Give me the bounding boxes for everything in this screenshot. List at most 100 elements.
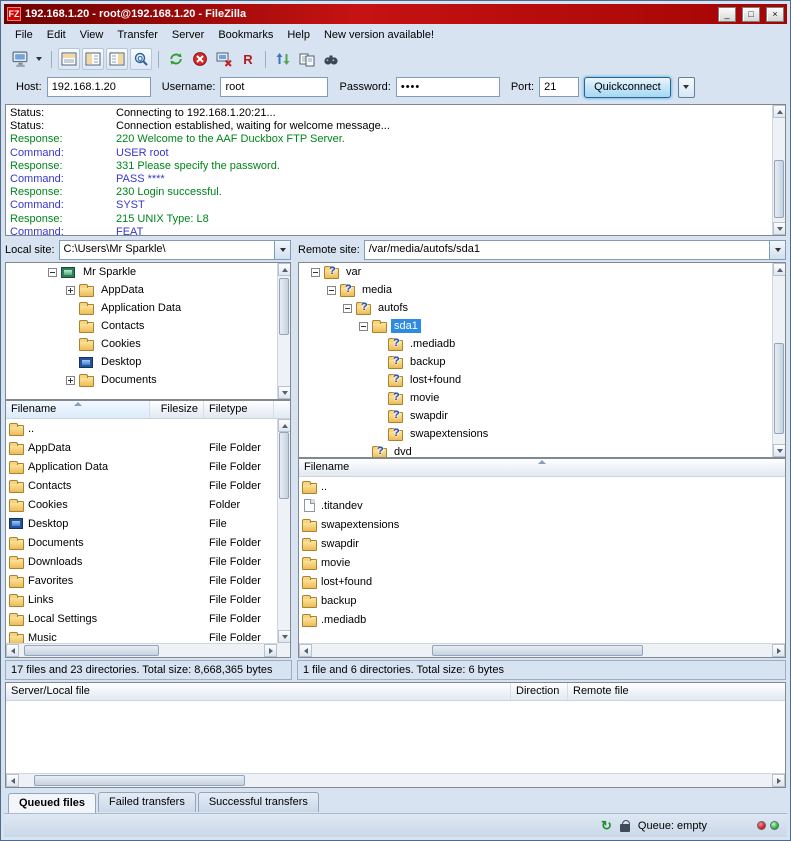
- local-list-vertical-scrollbar[interactable]: [277, 419, 290, 643]
- tree-item-backup[interactable]: backup: [299, 353, 785, 371]
- combo-dropdown-icon[interactable]: [769, 241, 785, 259]
- menu-server[interactable]: Server: [165, 26, 211, 44]
- port-input[interactable]: [539, 77, 579, 97]
- scroll-left-icon[interactable]: [6, 774, 19, 787]
- toggle-queue-view-icon[interactable]: Q: [130, 48, 152, 70]
- file-row[interactable]: DownloadsFile Folder: [6, 552, 277, 571]
- tree-item-contacts[interactable]: Contacts: [6, 317, 290, 335]
- file-row[interactable]: Local SettingsFile Folder: [6, 609, 277, 628]
- collapse-icon[interactable]: [48, 268, 57, 277]
- tree-item-mr-sparkle[interactable]: Mr Sparkle: [6, 263, 290, 281]
- menu-help[interactable]: Help: [280, 26, 317, 44]
- scroll-left-icon[interactable]: [299, 644, 312, 657]
- menu-bookmarks[interactable]: Bookmarks: [211, 26, 280, 44]
- file-row[interactable]: .titandev: [299, 496, 785, 515]
- file-row[interactable]: ContactsFile Folder: [6, 476, 277, 495]
- directory-comparison-icon[interactable]: [272, 48, 294, 70]
- column-header-server-local-file[interactable]: Server/Local file: [6, 683, 511, 700]
- file-row[interactable]: swapextensions: [299, 515, 785, 534]
- log-vertical-scrollbar[interactable]: [772, 105, 785, 235]
- local-site-combo[interactable]: C:\Users\Mr Sparkle\: [59, 240, 291, 260]
- synchronized-browsing-icon[interactable]: [296, 48, 318, 70]
- tree-item-media[interactable]: media: [299, 281, 785, 299]
- file-row[interactable]: CookiesFolder: [6, 495, 277, 514]
- expand-icon[interactable]: [66, 286, 75, 295]
- scroll-down-icon[interactable]: [278, 630, 291, 643]
- tree-item-mediadb[interactable]: .mediadb: [299, 335, 785, 353]
- quickconnect-dropdown-icon[interactable]: [678, 77, 695, 98]
- file-row[interactable]: ..: [6, 419, 277, 438]
- menu-transfer[interactable]: Transfer: [110, 26, 165, 44]
- menu-new-version[interactable]: New version available!: [317, 26, 441, 44]
- collapse-icon[interactable]: [327, 286, 336, 295]
- tree-item-documents[interactable]: Documents: [6, 371, 290, 389]
- sync-status-icon[interactable]: ↻: [601, 821, 612, 831]
- file-row[interactable]: .mediadb: [299, 610, 785, 629]
- cancel-icon[interactable]: [189, 48, 211, 70]
- quickconnect-button[interactable]: Quickconnect: [584, 77, 671, 98]
- scroll-right-icon[interactable]: [264, 644, 277, 657]
- minimize-button[interactable]: _: [718, 7, 736, 22]
- menu-file[interactable]: File: [8, 26, 40, 44]
- close-button[interactable]: ×: [766, 7, 784, 22]
- tree-item-cookies[interactable]: Cookies: [6, 335, 290, 353]
- file-row[interactable]: MusicFile Folder: [6, 628, 277, 643]
- scroll-up-icon[interactable]: [773, 263, 786, 276]
- host-input[interactable]: [47, 77, 151, 97]
- file-row[interactable]: movie: [299, 553, 785, 572]
- remote-list-horizontal-scrollbar[interactable]: [299, 643, 785, 657]
- expand-icon[interactable]: [66, 376, 75, 385]
- refresh-icon[interactable]: [165, 48, 187, 70]
- scroll-up-icon[interactable]: [278, 263, 291, 276]
- scroll-right-icon[interactable]: [772, 644, 785, 657]
- tree-item-sda1[interactable]: sda1: [299, 317, 785, 335]
- file-row[interactable]: ..: [299, 477, 785, 496]
- remote-site-combo[interactable]: /var/media/autofs/sda1: [364, 240, 786, 260]
- scroll-up-icon[interactable]: [773, 105, 786, 118]
- file-row[interactable]: DesktopFile: [6, 514, 277, 533]
- site-manager-icon[interactable]: [9, 48, 31, 70]
- toggle-message-log-icon[interactable]: [58, 48, 80, 70]
- file-row[interactable]: Application DataFile Folder: [6, 457, 277, 476]
- menu-view[interactable]: View: [73, 26, 111, 44]
- file-row[interactable]: LinksFile Folder: [6, 590, 277, 609]
- file-row[interactable]: backup: [299, 591, 785, 610]
- file-row[interactable]: swapdir: [299, 534, 785, 553]
- maximize-button[interactable]: □: [742, 7, 760, 22]
- column-header-filename[interactable]: Filename: [6, 401, 150, 418]
- local-tree-vertical-scrollbar[interactable]: [277, 263, 290, 399]
- scroll-up-icon[interactable]: [278, 419, 291, 432]
- site-manager-dropdown-icon[interactable]: [33, 48, 45, 70]
- column-header-remote-file[interactable]: Remote file: [568, 683, 785, 700]
- tree-item-swapextensions[interactable]: swapextensions: [299, 425, 785, 443]
- reconnect-icon[interactable]: R: [237, 48, 259, 70]
- scroll-down-icon[interactable]: [773, 444, 786, 457]
- tree-item-var[interactable]: var: [299, 263, 785, 281]
- scroll-right-icon[interactable]: [772, 774, 785, 787]
- file-row[interactable]: AppDataFile Folder: [6, 438, 277, 457]
- file-row[interactable]: FavoritesFile Folder: [6, 571, 277, 590]
- tab-successful-transfers[interactable]: Successful transfers: [198, 792, 319, 812]
- titlebar[interactable]: FZ 192.168.1.20 - root@192.168.1.20 - Fi…: [4, 4, 787, 24]
- disconnect-icon[interactable]: [213, 48, 235, 70]
- column-header-filesize[interactable]: Filesize: [150, 401, 204, 418]
- toggle-remote-tree-icon[interactable]: [106, 48, 128, 70]
- toggle-local-tree-icon[interactable]: [82, 48, 104, 70]
- collapse-icon[interactable]: [311, 268, 320, 277]
- collapse-icon[interactable]: [359, 322, 368, 331]
- tree-item-desktop[interactable]: Desktop: [6, 353, 290, 371]
- file-row[interactable]: lost+found: [299, 572, 785, 591]
- column-header-filetype[interactable]: Filetype: [204, 401, 274, 418]
- file-row[interactable]: DocumentsFile Folder: [6, 533, 277, 552]
- tree-item-lost-found[interactable]: lost+found: [299, 371, 785, 389]
- menu-edit[interactable]: Edit: [40, 26, 73, 44]
- tab-failed-transfers[interactable]: Failed transfers: [98, 792, 196, 812]
- queue-horizontal-scrollbar[interactable]: [6, 773, 785, 787]
- tab-queued-files[interactable]: Queued files: [8, 793, 96, 813]
- column-header-direction[interactable]: Direction: [511, 683, 568, 700]
- scroll-left-icon[interactable]: [6, 644, 19, 657]
- tree-item-autofs[interactable]: autofs: [299, 299, 785, 317]
- lock-status-icon[interactable]: [620, 824, 630, 832]
- collapse-icon[interactable]: [343, 304, 352, 313]
- local-list-horizontal-scrollbar[interactable]: [6, 643, 277, 657]
